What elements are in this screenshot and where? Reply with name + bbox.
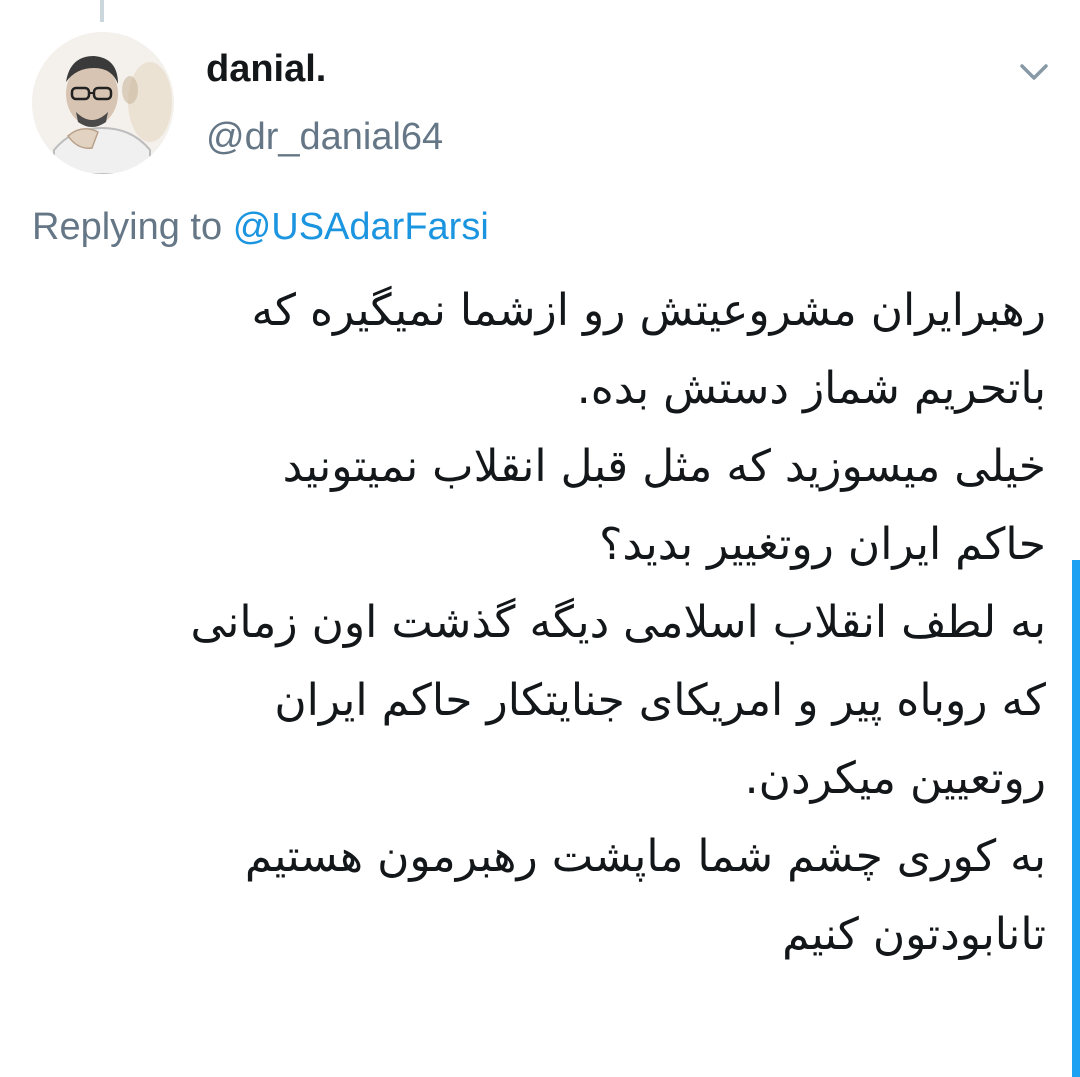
tweet-text-line: باتحریم شماز دستش بده. (576, 363, 1046, 414)
reply-mention-link[interactable]: @USAdarFarsi (233, 206, 489, 248)
tweet-text-line: خیلی میسوزید که مثل قبل انقلاب نمیتونید (282, 441, 1046, 492)
tweet-text-line: که روباه پیر و امریکای جنایتکار حاکم ایر… (274, 675, 1046, 726)
tweet-text-line: به لطف انقلاب اسلامی دیگه گذشت اون زمانی (190, 597, 1046, 648)
tweet-text-line: تانابودتون کنیم (782, 909, 1046, 960)
scrollbar[interactable] (1072, 560, 1080, 1077)
tweet-text-line: حاکم ایران روتغییر بدید؟ (599, 519, 1046, 570)
replying-to-label: Replying to (32, 206, 223, 248)
tweet-text-line: به کوری چشم شما ماپشت رهبرمون هستیم (244, 831, 1046, 882)
tweet-view: danial. @dr_danial64 Replying to @USAdar… (0, 0, 1080, 1077)
tweet-text-line: رهبرایران مشروعیتش رو ازشما نمیگیره که (251, 285, 1046, 336)
author-display-name[interactable]: danial. (206, 48, 326, 91)
tweet-body: رهبرایران مشروعیتش رو ازشما نمیگیره که ب… (26, 272, 1046, 974)
chevron-down-icon[interactable] (1014, 52, 1054, 92)
avatar-portrait-icon (32, 32, 174, 174)
tweet-text-line: روتعیین میکردن. (744, 753, 1046, 804)
replying-to-line: Replying to @USAdarFarsi (32, 206, 489, 249)
author-handle[interactable]: @dr_danial64 (206, 116, 443, 159)
avatar[interactable] (32, 32, 174, 174)
thread-connector-line (100, 0, 104, 22)
